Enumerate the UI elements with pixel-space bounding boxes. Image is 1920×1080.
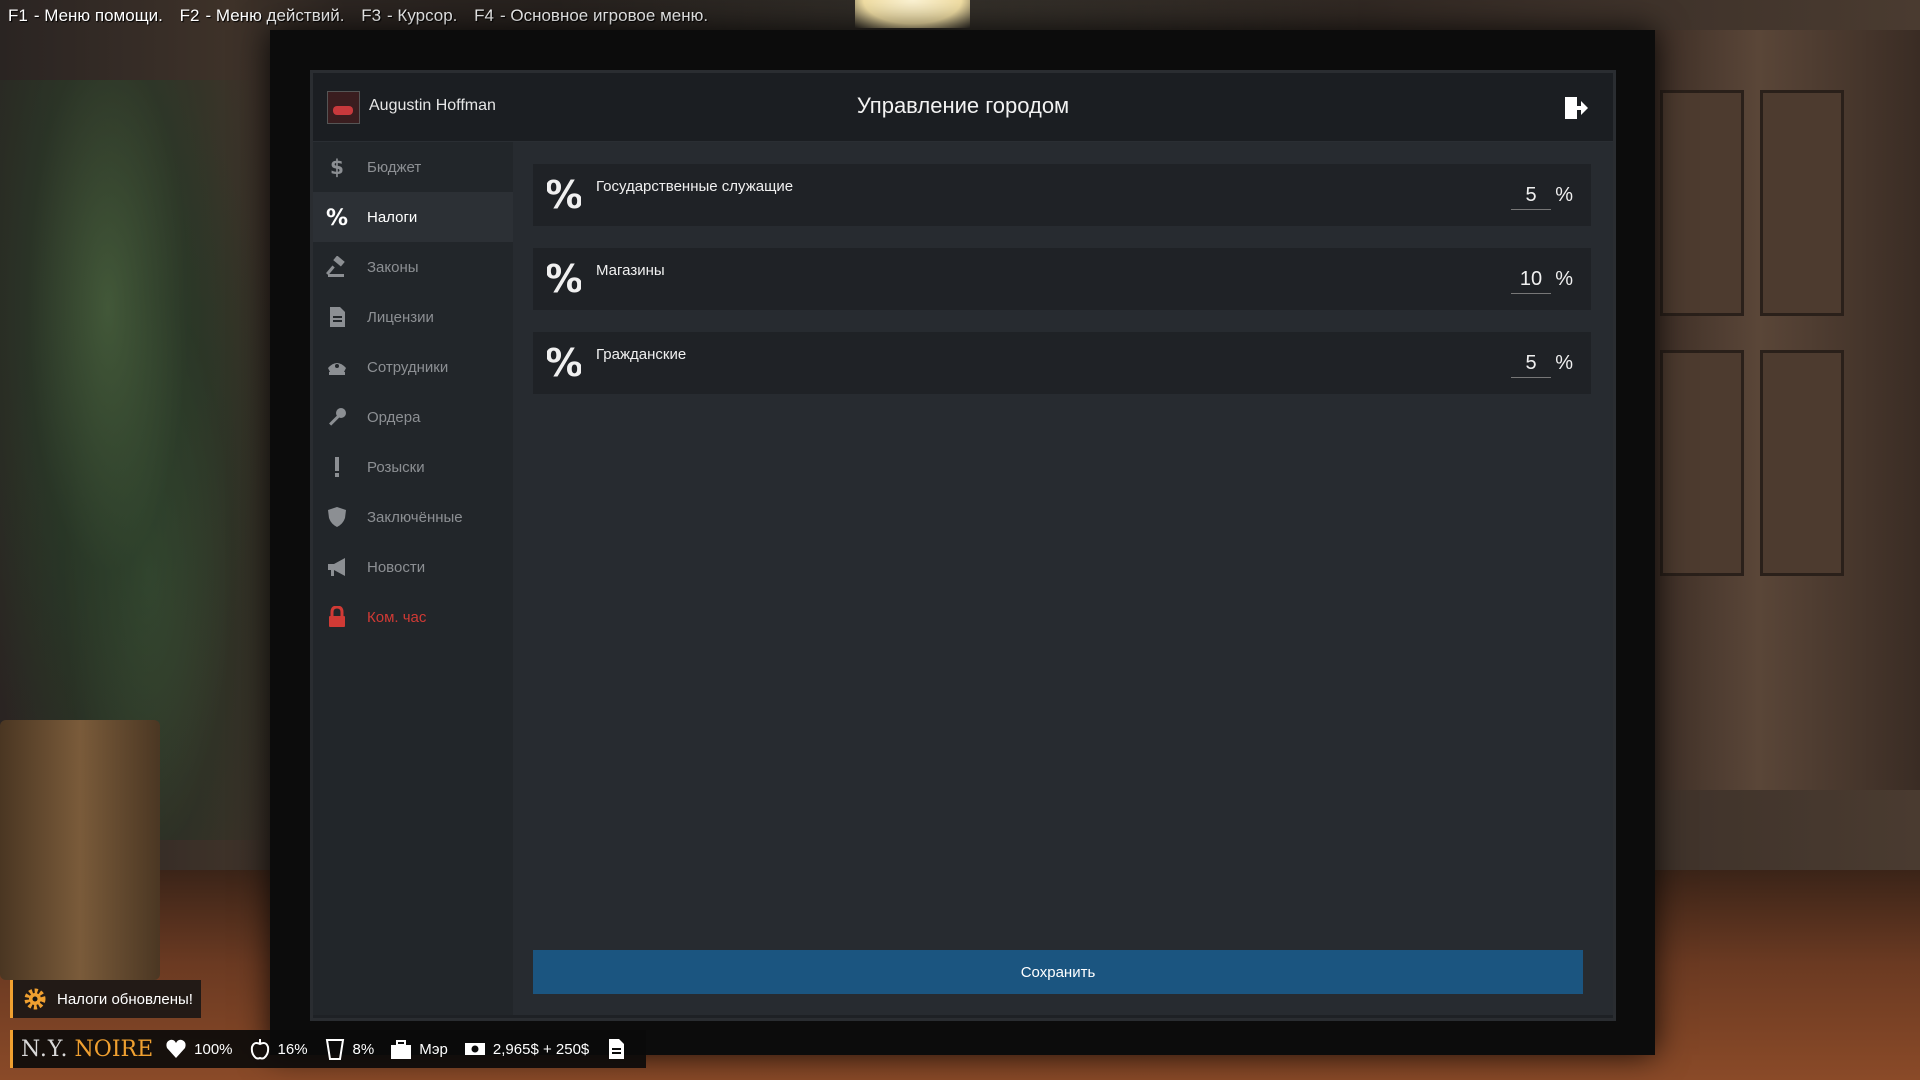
tax-row-shops: % Магазины % xyxy=(533,248,1591,310)
hint-key: F4 xyxy=(474,6,494,25)
percent-unit: % xyxy=(1555,268,1573,290)
sidebar-item-label: Ордера xyxy=(367,408,421,426)
sidebar-item-budget[interactable]: $ Бюджет xyxy=(313,142,513,192)
dollar-icon: $ xyxy=(326,156,348,178)
key-icon xyxy=(326,406,348,428)
sidebar-item-licenses[interactable]: Лицензии xyxy=(313,292,513,342)
hint-text: - Меню действий. xyxy=(205,6,345,25)
notification-toast: Налоги обновлены! xyxy=(10,980,201,1018)
app-header: Augustin Hoffman Управление городом xyxy=(313,73,1613,142)
hint-key: F1 xyxy=(8,6,28,25)
svg-text:%: % xyxy=(326,206,348,228)
gavel-icon xyxy=(326,256,348,278)
logo-noire: NOIRE xyxy=(74,1036,154,1062)
city-management-window: Augustin Hoffman Управление городом $ Бю… xyxy=(310,70,1616,1021)
tax-label: Магазины xyxy=(596,262,665,279)
apple-icon xyxy=(249,1038,271,1060)
exit-icon xyxy=(1565,97,1588,119)
svg-text:%: % xyxy=(547,261,581,297)
key-hints-bar: F1 - Меню помощи. F2 - Меню действий. F3 - … xyxy=(8,6,720,26)
percent-icon: % xyxy=(547,345,581,381)
hint-key: F2 xyxy=(179,6,200,25)
toast-text: Налоги обновлены! xyxy=(57,990,193,1008)
tax-label: Гражданские xyxy=(596,346,687,363)
thirst-value: 8% xyxy=(352,1040,375,1058)
hint-text: - Основное игровое меню. xyxy=(499,6,709,25)
percent-unit: % xyxy=(1555,184,1573,206)
job-value: Мэр xyxy=(419,1040,448,1058)
wall-panel xyxy=(1760,350,1844,576)
page-title: Управление городом xyxy=(856,93,1070,118)
heart-icon xyxy=(165,1038,187,1060)
wooden-wall xyxy=(1650,30,1920,790)
sidebar-item-label: Заключённые xyxy=(367,508,463,526)
tax-row-civilians: % Гражданские % xyxy=(533,332,1591,394)
tax-row-government: % Государственные служащие % xyxy=(533,164,1591,226)
exclamation-icon xyxy=(326,456,348,478)
wall-panel xyxy=(1660,90,1744,316)
health-value: 100% xyxy=(194,1040,233,1058)
sidebar-item-news[interactable]: Новости xyxy=(313,542,513,592)
shield-icon xyxy=(326,506,348,528)
status-hud: N.Y. NOIRE 100% 16% 8% Мэр 2,965$ + 250$ xyxy=(10,1030,647,1068)
ceiling-lamp xyxy=(855,0,970,28)
svg-text:%: % xyxy=(547,345,581,381)
police-cap-icon xyxy=(326,356,348,378)
glass-icon xyxy=(324,1038,346,1060)
percent-icon: % xyxy=(326,206,348,228)
percent-icon: % xyxy=(547,177,581,213)
hint-text: - Курсор. xyxy=(387,6,458,25)
sidebar-item-wanted[interactable]: Розыски xyxy=(313,442,513,492)
money-value: 2,965$ + 250$ xyxy=(492,1040,590,1058)
cash-icon xyxy=(464,1038,486,1060)
sidebar-item-taxes[interactable]: % Налоги xyxy=(313,192,513,242)
hint-text: - Меню помощи. xyxy=(33,6,163,25)
briefcase-icon xyxy=(390,1038,412,1060)
sidebar-item-label: Бюджет xyxy=(367,158,422,176)
document-icon xyxy=(326,306,348,328)
sidebar: $ Бюджет % Налоги Законы Лицензии Сотруд… xyxy=(313,142,513,1015)
sidebar-item-label: Ком. час xyxy=(367,608,427,626)
percent-icon: % xyxy=(547,261,581,297)
sidebar-item-warrants[interactable]: Ордера xyxy=(313,392,513,442)
sidebar-item-label: Налоги xyxy=(367,208,418,226)
taxes-panel: % Государственные служащие % % Магазины … xyxy=(513,142,1613,1015)
sidebar-item-curfew[interactable]: Ком. час xyxy=(313,592,513,642)
tax-input-government[interactable] xyxy=(1511,184,1551,210)
sidebar-item-label: Законы xyxy=(367,258,419,276)
sidebar-item-label: Лицензии xyxy=(367,308,434,326)
tax-label: Государственные служащие xyxy=(596,178,794,195)
sidebar-item-employees[interactable]: Сотрудники xyxy=(313,342,513,392)
save-button[interactable]: Сохранить xyxy=(533,950,1583,994)
tax-input-shops[interactable] xyxy=(1511,268,1551,294)
sidebar-item-label: Сотрудники xyxy=(367,358,449,376)
sidebar-item-label: Розыски xyxy=(367,458,425,476)
hint-key: F3 xyxy=(361,6,382,25)
plant-pot xyxy=(0,720,160,980)
sidebar-item-label: Новости xyxy=(367,558,426,576)
hunger-value: 16% xyxy=(277,1040,308,1058)
sidebar-item-prisoners[interactable]: Заключённые xyxy=(313,492,513,542)
logo-ny: N.Y. xyxy=(21,1036,69,1062)
svg-text:$: $ xyxy=(330,156,344,178)
megaphone-icon xyxy=(326,556,348,578)
wall-panel xyxy=(1760,90,1844,316)
percent-unit: % xyxy=(1555,352,1573,374)
document-icon xyxy=(605,1038,627,1060)
tax-input-civilians[interactable] xyxy=(1511,352,1551,378)
svg-text:%: % xyxy=(547,177,581,213)
gear-icon xyxy=(24,988,46,1010)
wall-panel xyxy=(1660,350,1744,576)
exit-button[interactable] xyxy=(1563,95,1589,121)
sidebar-item-laws[interactable]: Законы xyxy=(313,242,513,292)
lock-icon xyxy=(326,606,348,628)
